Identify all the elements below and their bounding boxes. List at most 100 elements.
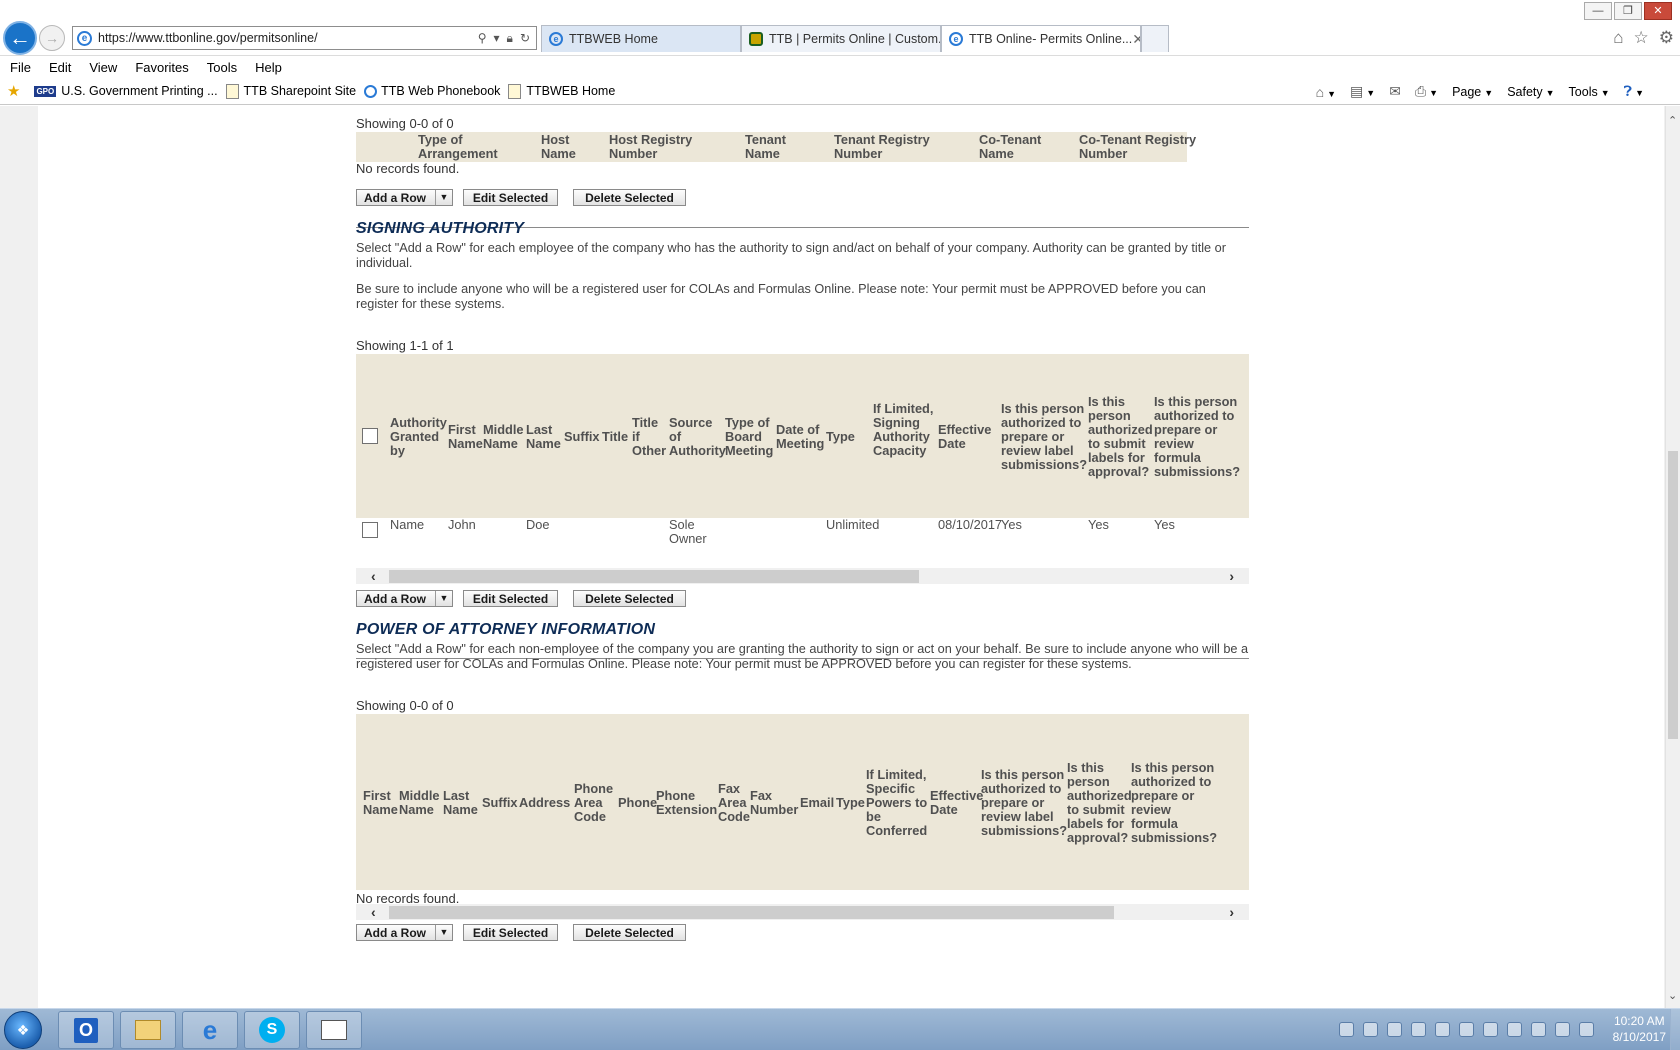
scroll-left-icon[interactable]: ‹ bbox=[371, 568, 376, 584]
menu-help[interactable]: Help bbox=[255, 60, 282, 75]
scroll-down-icon[interactable]: ⌄ bbox=[1668, 989, 1677, 1002]
poa-th-submit-label: Is this person authorized to submit labe… bbox=[1067, 760, 1132, 845]
page-menu-label: Page bbox=[1452, 84, 1482, 99]
fav-gpo[interactable]: GPO U.S. Government Printing ... bbox=[34, 84, 218, 98]
menu-file[interactable]: File bbox=[10, 60, 31, 75]
network-tray-icon[interactable] bbox=[1555, 1022, 1570, 1037]
cell-granted-by: Name bbox=[390, 517, 425, 532]
poa-th-phone: Phone bbox=[618, 795, 658, 810]
poa-add-row-button[interactable]: Add a Row ▼ bbox=[356, 924, 453, 941]
feeds-cmd[interactable]: ▤ ▼ bbox=[1350, 83, 1375, 100]
alt-th-tenant-name: Tenant Name bbox=[745, 132, 786, 161]
minimize-button[interactable]: — bbox=[1584, 2, 1612, 20]
tab-permits-online-custom[interactable]: TTB | Permits Online | Custom... bbox=[741, 25, 941, 52]
close-tab-icon[interactable]: ✕ bbox=[1132, 31, 1140, 48]
poa-th-effective: Effective Date bbox=[930, 788, 984, 817]
alt-add-row-button[interactable]: Add a Row ▼ bbox=[356, 189, 453, 206]
close-window-button[interactable]: ✕ bbox=[1644, 2, 1672, 20]
chevron-down-icon[interactable]: ▾ bbox=[494, 31, 500, 46]
tab-ttbweb-home[interactable]: e TTBWEB Home bbox=[541, 25, 741, 52]
page-vscrollbar[interactable]: ⌃ ⌄ bbox=[1665, 106, 1680, 1008]
sig-th-submit-label: Is this person authorized to submit labe… bbox=[1088, 394, 1153, 479]
user-tray-icon[interactable] bbox=[1387, 1022, 1402, 1037]
search-icon[interactable]: ⚲ bbox=[478, 31, 487, 46]
fav-label: TTB Web Phonebook bbox=[381, 84, 501, 98]
volume-tray-icon[interactable] bbox=[1579, 1022, 1594, 1037]
menu-edit[interactable]: Edit bbox=[49, 60, 71, 75]
print-cmd[interactable]: ⎙ ▼ bbox=[1415, 83, 1438, 100]
scroll-left-icon[interactable]: ‹ bbox=[371, 904, 376, 920]
clock[interactable]: 10:20 AM 8/10/2017 bbox=[1613, 1013, 1666, 1045]
sig-th-first: First Name bbox=[448, 422, 483, 451]
row-select-checkbox[interactable] bbox=[362, 522, 378, 538]
poa-th-prep-label: Is this person authorized to prepare or … bbox=[981, 767, 1068, 838]
taskbar-skype[interactable]: S bbox=[244, 1011, 300, 1049]
dropdown-arrow-icon[interactable]: ▼ bbox=[435, 925, 452, 940]
dropdown-arrow-icon[interactable]: ▼ bbox=[435, 591, 452, 606]
vscroll-thumb[interactable] bbox=[1668, 451, 1678, 739]
taskbar-outlook[interactable]: O bbox=[58, 1011, 114, 1049]
taskbar-internet-explorer[interactable]: e bbox=[182, 1011, 238, 1049]
skype-tray-icon[interactable] bbox=[1411, 1022, 1426, 1037]
scroll-up-icon[interactable]: ⌃ bbox=[1668, 114, 1677, 127]
new-tab-button[interactable] bbox=[1141, 25, 1169, 52]
safety-menu[interactable]: Safety ▼ bbox=[1507, 85, 1554, 99]
home-icon[interactable]: ⌂ bbox=[1613, 28, 1623, 48]
signing-hscrollbar[interactable]: ‹ › bbox=[356, 568, 1249, 584]
poa-edit-selected-button[interactable]: Edit Selected bbox=[463, 924, 558, 941]
taskbar-file-explorer[interactable] bbox=[120, 1011, 176, 1049]
favorites-star-icon[interactable]: ☆ bbox=[1634, 28, 1649, 48]
show-desktop-button[interactable] bbox=[1670, 1009, 1680, 1050]
lock-icon[interactable]: 🔒︎ bbox=[507, 31, 513, 46]
signing-edit-selected-button[interactable]: Edit Selected bbox=[463, 590, 558, 607]
mail-cmd[interactable]: ✉ bbox=[1389, 83, 1401, 100]
scroll-right-icon[interactable]: › bbox=[1229, 568, 1234, 584]
signing-add-row-button[interactable]: Add a Row ▼ bbox=[356, 590, 453, 607]
sig-th-title-other: Title if Other bbox=[632, 415, 667, 458]
outlook-tray-icon[interactable] bbox=[1339, 1022, 1354, 1037]
menu-view[interactable]: View bbox=[89, 60, 117, 75]
favorites-star[interactable]: ★ bbox=[0, 82, 26, 100]
restore-button[interactable]: ❐ bbox=[1614, 2, 1642, 20]
tools-menu[interactable]: Tools ▼ bbox=[1569, 85, 1610, 99]
back-button[interactable]: ← bbox=[3, 21, 37, 55]
home-cmd[interactable]: ⌂ ▼ bbox=[1316, 84, 1336, 100]
fav-sharepoint[interactable]: TTB Sharepoint Site bbox=[225, 83, 356, 99]
page-icon bbox=[508, 83, 522, 99]
scroll-thumb[interactable] bbox=[389, 906, 1114, 919]
menu-tools[interactable]: Tools bbox=[207, 60, 237, 75]
page-menu[interactable]: Page ▼ bbox=[1452, 85, 1493, 99]
nx-tray-icon[interactable] bbox=[1507, 1022, 1522, 1037]
poa-hscrollbar[interactable]: ‹ › bbox=[356, 904, 1249, 920]
pen-tray-icon[interactable] bbox=[1363, 1022, 1378, 1037]
taskbar-window-app[interactable] bbox=[306, 1011, 362, 1049]
poa-th-phone-area: Phone Area Code bbox=[574, 781, 614, 824]
tab-ttb-online-permits[interactable]: e TTB Online- Permits Online... ✕ bbox=[941, 25, 1141, 52]
menu-favorites[interactable]: Favorites bbox=[135, 60, 188, 75]
key-tray-icon[interactable] bbox=[1531, 1022, 1546, 1037]
scroll-thumb[interactable] bbox=[389, 570, 919, 583]
address-bar[interactable]: e https://www.ttbonline.gov/permitsonlin… bbox=[72, 26, 537, 50]
alt-delete-selected-button[interactable]: Delete Selected bbox=[573, 189, 686, 206]
rss-icon: ▤ bbox=[1350, 83, 1364, 99]
select-all-checkbox[interactable] bbox=[362, 428, 378, 444]
printer-tray-icon[interactable] bbox=[1435, 1022, 1450, 1037]
forward-button[interactable]: → bbox=[39, 25, 65, 51]
signing-delete-selected-button[interactable]: Delete Selected bbox=[573, 590, 686, 607]
start-button[interactable]: ❖ bbox=[4, 1011, 42, 1049]
help-cmd[interactable]: ❓︎ ▼ bbox=[1624, 83, 1644, 100]
command-bar: ⌂ ▼ ▤ ▼ ✉ ⎙ ▼ Page ▼ Safety ▼ Tools ▼ ❓︎ ▼ bbox=[1316, 78, 1644, 105]
alt-edit-selected-button[interactable]: Edit Selected bbox=[463, 189, 558, 206]
fav-ttbweb-home[interactable]: TTBWEB Home bbox=[508, 83, 615, 99]
fav-phonebook[interactable]: TTB Web Phonebook bbox=[364, 84, 500, 98]
mcafee-tray-icon[interactable] bbox=[1459, 1022, 1474, 1037]
address-url[interactable]: https://www.ttbonline.gov/permitsonline/ bbox=[98, 31, 478, 45]
dropdown-arrow-icon[interactable]: ▼ bbox=[435, 190, 452, 205]
refresh-icon[interactable]: ↻ bbox=[520, 31, 530, 46]
poa-delete-selected-button[interactable]: Delete Selected bbox=[573, 924, 686, 941]
scroll-right-icon[interactable]: › bbox=[1229, 904, 1234, 920]
page-icon bbox=[225, 83, 239, 99]
gear-icon[interactable]: ⚙ bbox=[1659, 28, 1674, 48]
poa-th-first: First Name bbox=[363, 788, 398, 817]
chrome-tray-icon[interactable] bbox=[1483, 1022, 1498, 1037]
